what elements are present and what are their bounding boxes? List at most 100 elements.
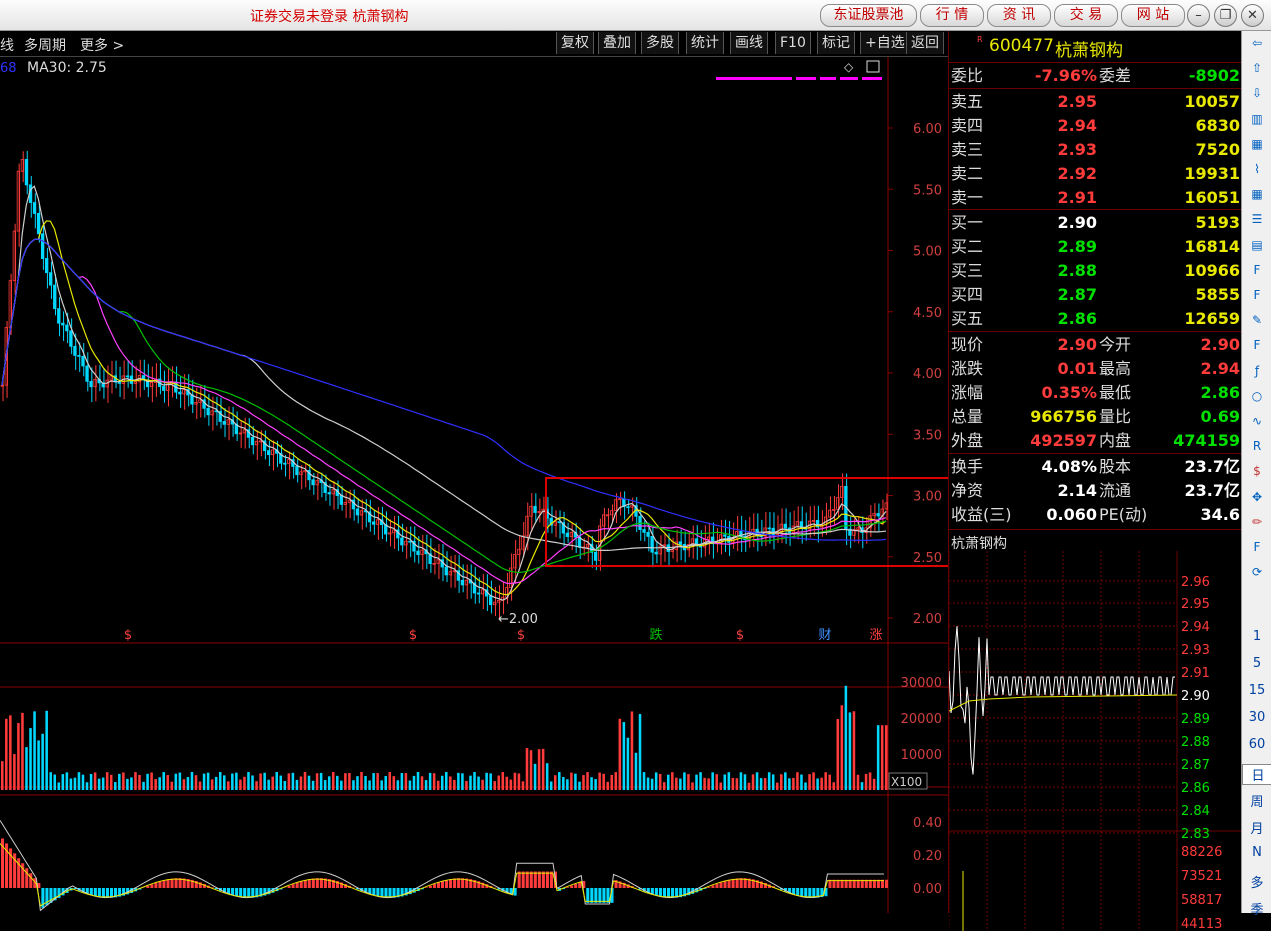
volume-bar [162,772,165,790]
bar-chart-icon[interactable]: ▥ [1247,109,1267,129]
f11-icon[interactable]: F [1247,285,1267,305]
restore-icon[interactable]: ❐ [1214,4,1237,27]
volume-bar [449,776,452,790]
overlay-button[interactable]: 叠加 [598,32,636,54]
candle-body [651,536,654,552]
volume-bar [566,779,569,790]
diamond-icon[interactable]: ◇ [844,60,854,74]
panel-toggle-icon[interactable] [867,61,879,72]
volume-bar [376,773,379,790]
f5-icon[interactable]: F [1247,537,1267,557]
period-9[interactable]: 多 [1242,872,1271,891]
ma30-label: MA30: 2.75 [27,60,107,76]
candle-body [667,545,670,552]
multi-stock-button[interactable]: 多股 [641,32,679,54]
multi-period-menu[interactable]: 多周期 [24,35,66,55]
volume-bar [53,775,56,790]
detail-icon[interactable]: ▤ [1247,235,1267,255]
line-menu[interactable]: 线 [0,35,14,55]
arrow-down-icon[interactable]: ⇩ [1247,83,1267,103]
move-icon[interactable]: ✥ [1247,487,1267,507]
volume-bar [804,782,807,790]
volume-bar [102,778,105,790]
period-7[interactable]: 月 [1242,818,1271,837]
period-10[interactable]: 季 [1242,899,1271,918]
weicha-label: 委差 [1099,64,1131,87]
event-marker[interactable]: $ [517,628,525,643]
close-icon[interactable]: ✕ [1241,4,1264,27]
intraday-chart[interactable]: 2.962.952.942.932.912.902.892.882.872.86… [949,551,1242,931]
stock-pool-button[interactable]: 东证股票池 [820,4,917,27]
sell-level[interactable]: 卖五2.9510057 [949,90,1242,113]
arrow-left-icon[interactable]: ⇦ [1247,33,1267,53]
rsi-icon[interactable]: R [1247,436,1267,456]
note-icon[interactable]: ✎ [1247,310,1267,330]
f10-icon[interactable]: F [1247,260,1267,280]
more-menu[interactable]: 更多 > [80,35,124,55]
minimize-icon[interactable]: – [1187,4,1210,27]
draw-tools[interactable]: ◇ [716,60,882,80]
back-button[interactable]: 返回 [906,32,944,54]
f10-button[interactable]: F10 [775,32,811,54]
pencil-icon[interactable]: ✏ [1247,512,1267,532]
buy-level[interactable]: 买二2.8916814 [949,235,1242,258]
event-marker[interactable]: 跌 [649,627,662,643]
sell-level[interactable]: 卖二2.9219931 [949,162,1242,185]
dollar-icon[interactable]: $ [1247,461,1267,481]
event-marker[interactable]: $ [409,628,417,643]
event-marker[interactable]: $ [736,628,744,643]
period-2[interactable]: 15 [1242,683,1271,698]
period-1[interactable]: 5 [1242,656,1271,671]
statistics-button[interactable]: 统计 [686,32,724,54]
list-icon[interactable]: ☰ [1247,209,1267,229]
fx-icon[interactable]: ƒ [1247,361,1267,381]
buy-level[interactable]: 买五2.8612659 [949,307,1242,330]
period-3[interactable]: 30 [1242,710,1271,725]
period-4[interactable]: 60 [1242,737,1271,752]
period-0[interactable]: 1 [1242,629,1271,644]
volume-bar [788,778,791,790]
candle-body [372,522,375,524]
quotes-button[interactable]: 行 情 [920,4,984,27]
mark-button[interactable]: 标记 [817,32,855,54]
grid-icon[interactable]: ▦ [1247,184,1267,204]
event-marker[interactable]: 涨 [869,628,882,643]
add-watchlist-button[interactable]: +自选 [860,32,910,54]
volume-bar [13,754,16,790]
period-6[interactable]: 周 [1242,791,1271,810]
volume-bar [207,773,210,790]
refresh-icon[interactable]: ⟳ [1247,562,1267,582]
draw-line-button[interactable]: 画线 [730,32,768,54]
period-5[interactable]: 日 [1242,764,1271,785]
adjust-button[interactable]: 复权 [556,32,594,54]
circle-icon[interactable]: ○ [1247,386,1267,406]
line-chart-icon[interactable]: ⌇ [1247,159,1267,179]
volume-tick: 20000 [901,712,942,727]
table-icon[interactable]: ▦ [1247,134,1267,154]
kline-chart[interactable]: 68 MA30: 2.75 6.005.505.004.504.003.503.… [0,57,948,913]
sell-level[interactable]: 卖三2.937520 [949,138,1242,161]
trade-button[interactable]: 交 易 [1054,4,1118,27]
wave-icon[interactable]: ∿ [1247,411,1267,431]
candle-body [530,506,533,516]
candle-body [417,551,420,555]
sell-level[interactable]: 卖一2.9116051 [949,186,1242,209]
fund-row: 换手4.08%股本23.7亿 [949,455,1242,478]
candle-body [873,513,876,515]
news-button[interactable]: 资 讯 [987,4,1051,27]
volume-bar [437,781,440,790]
website-button[interactable]: 网 站 [1121,4,1185,27]
period-8[interactable]: N [1242,845,1271,860]
volume-bar [473,772,476,790]
stat-label: 收益(三) [951,503,1012,526]
event-marker[interactable]: $ [124,628,132,643]
arrow-up-icon[interactable]: ⇧ [1247,58,1267,78]
sell-level[interactable]: 卖四2.946830 [949,114,1242,137]
f12-icon[interactable]: F [1247,335,1267,355]
buy-level[interactable]: 买三2.8810966 [949,259,1242,282]
volume-bar [33,711,36,790]
buy-level[interactable]: 买四2.875855 [949,283,1242,306]
candle-body [627,507,630,508]
event-marker[interactable]: 财 [818,628,831,643]
buy-level[interactable]: 买一2.905193 [949,211,1242,234]
